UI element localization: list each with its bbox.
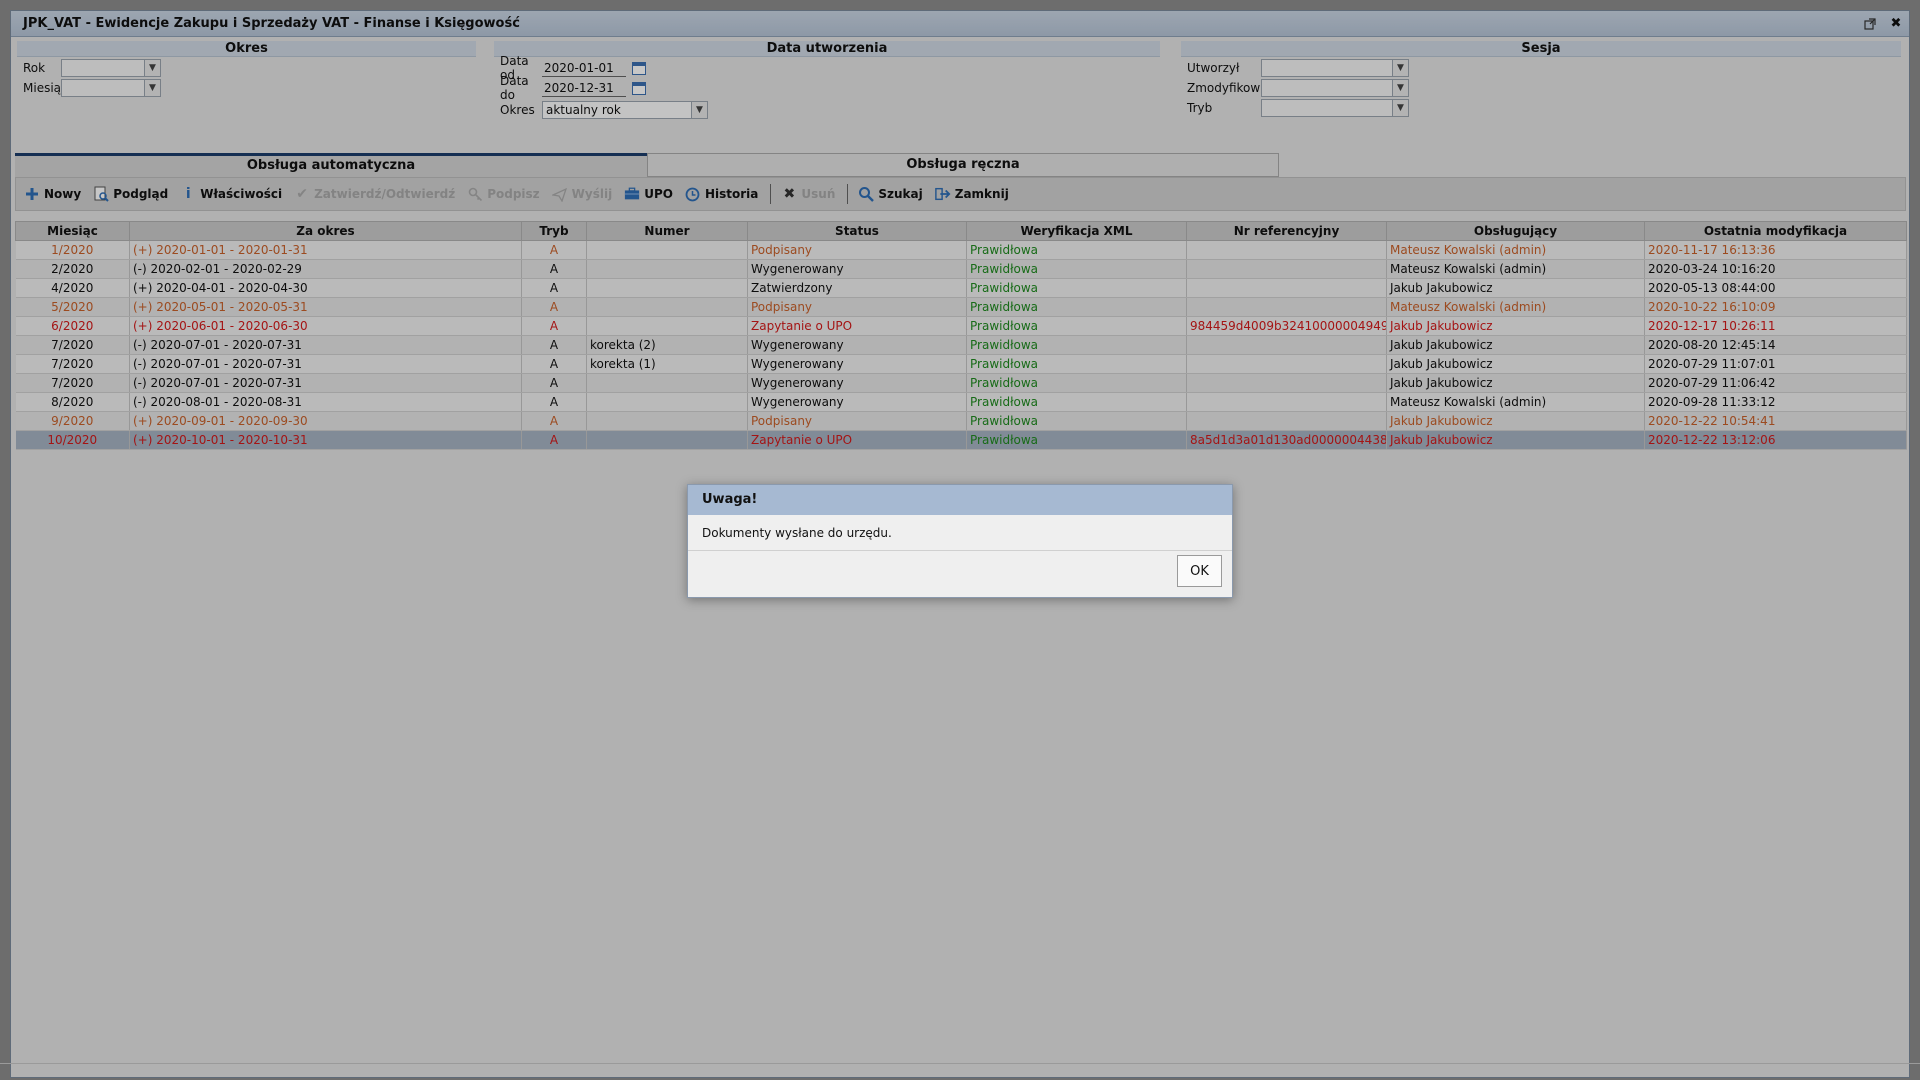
alert-dialog: Uwaga! Dokumenty wysłane do urzędu. OK <box>687 484 1233 598</box>
dialog-title: Uwaga! <box>688 485 1232 515</box>
dialog-message: Dokumenty wysłane do urzędu. <box>688 515 1232 551</box>
ok-button[interactable]: OK <box>1177 555 1222 587</box>
status-divider <box>0 1063 1920 1064</box>
